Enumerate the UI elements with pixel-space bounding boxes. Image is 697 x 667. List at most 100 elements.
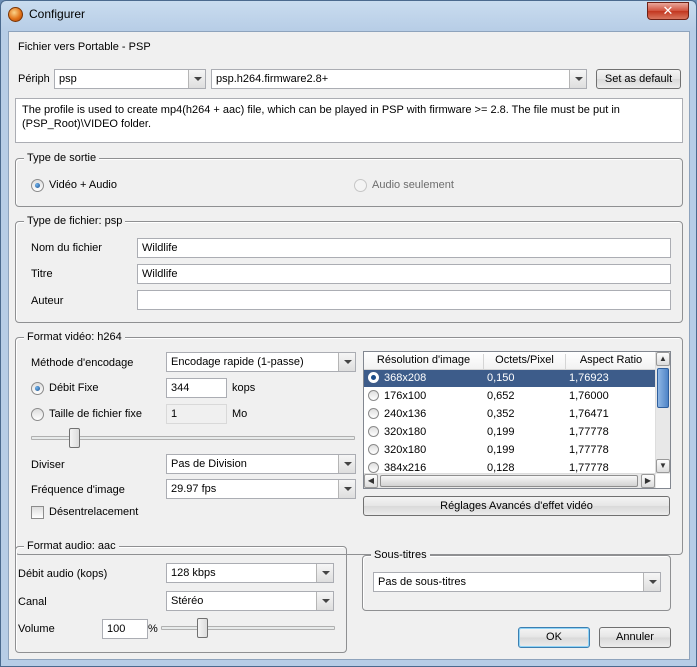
table-row[interactable]: 320x180 0,199 1,77778 [364, 442, 656, 459]
fixed-bitrate-label[interactable]: Débit Fixe [49, 382, 99, 394]
title-field[interactable]: Wildlife [137, 264, 671, 284]
resolution-radio[interactable] [368, 444, 379, 455]
aspect-ratio-cell: 1,77778 [569, 444, 609, 456]
column-header-aspect-ratio[interactable]: Aspect Ratio [566, 354, 656, 369]
audio-format-legend: Format audio: aac [24, 540, 119, 552]
resolution-list-vertical-scrollbar[interactable]: ▲ ▼ [655, 352, 670, 474]
chevron-down-icon[interactable] [188, 70, 205, 88]
filename-label: Nom du fichier [31, 242, 102, 254]
deinterlace-label[interactable]: Désentrelacement [49, 506, 138, 518]
subtitles-legend: Sous-titres [371, 549, 430, 561]
author-label: Auteur [31, 295, 64, 307]
close-button[interactable]: ✕ [647, 2, 689, 20]
device-label: Périph [18, 73, 50, 85]
device-combo-value: psp [59, 73, 77, 85]
horizontal-scroll-thumb[interactable] [380, 475, 638, 487]
resolution-list-horizontal-scrollbar[interactable]: ◀ ▶ [364, 473, 656, 488]
audio-bitrate-value: 128 kbps [171, 567, 216, 579]
profile-combo[interactable]: psp.h264.firmware2.8+ [211, 69, 587, 89]
audio-only-radio[interactable] [354, 179, 367, 192]
fixed-bitrate-field[interactable]: 344 [166, 378, 227, 398]
framerate-combo[interactable]: 29.97 fps [166, 479, 356, 499]
resolution-cell: 240x136 [384, 408, 427, 420]
resolution-radio[interactable] [368, 390, 379, 401]
ok-button[interactable]: OK [518, 627, 590, 648]
framerate-value: 29.97 fps [171, 483, 217, 495]
resolution-cell: 368x208 [384, 372, 427, 384]
column-header-bytes-per-pixel[interactable]: Octets/Pixel [484, 354, 566, 369]
table-row[interactable]: 384x216 0,128 1,77778 [364, 460, 656, 474]
bytes-per-pixel-cell: 0,199 [487, 426, 515, 438]
audio-only-label[interactable]: Audio seulement [372, 179, 454, 191]
chevron-down-icon[interactable] [643, 573, 660, 591]
aspect-ratio-cell: 1,76471 [569, 408, 609, 420]
chevron-down-icon[interactable] [338, 455, 355, 473]
fixed-filesize-radio[interactable] [31, 408, 44, 421]
device-combo[interactable]: psp [54, 69, 206, 89]
fixed-filesize-field[interactable]: 1 [166, 404, 227, 424]
fixed-bitrate-value: 344 [171, 382, 190, 394]
title-label: Titre [31, 268, 53, 280]
scroll-left-icon[interactable]: ◀ [364, 474, 378, 488]
bytes-per-pixel-cell: 0,352 [487, 408, 515, 420]
fixed-filesize-label[interactable]: Taille de fichier fixe [49, 408, 142, 420]
video-audio-radio[interactable] [31, 179, 44, 192]
chevron-down-icon[interactable] [338, 353, 355, 371]
table-row[interactable]: 240x136 0,352 1,76471 [364, 406, 656, 423]
title-bar[interactable]: Configurer ✕ [1, 1, 696, 29]
volume-field[interactable]: 100 [102, 619, 148, 639]
profile-description: The profile is used to create mp4(h264 +… [15, 98, 683, 143]
scroll-right-icon[interactable]: ▶ [641, 474, 655, 488]
column-header-resolution[interactable]: Résolution d'image [364, 354, 484, 369]
subtitles-value: Pas de sous-titres [378, 576, 467, 588]
title-value: Wildlife [142, 268, 178, 280]
volume-slider-thumb[interactable] [196, 618, 208, 638]
volume-slider-track[interactable] [161, 626, 335, 630]
table-row[interactable]: 368x208 0,150 1,76923 [364, 370, 656, 387]
audio-bitrate-combo[interactable]: 128 kbps [166, 563, 334, 583]
bytes-per-pixel-cell: 0,199 [487, 444, 515, 456]
deinterlace-checkbox[interactable] [31, 506, 44, 519]
encoding-method-value: Encodage rapide (1-passe) [171, 356, 304, 368]
file-type-legend: Type de fichier: psp [24, 215, 126, 227]
cancel-button[interactable]: Annuler [599, 627, 671, 648]
resolution-list[interactable]: Résolution d'image Octets/Pixel Aspect R… [363, 351, 671, 489]
chevron-down-icon[interactable] [316, 592, 333, 610]
resolution-radio[interactable] [368, 426, 379, 437]
channel-value: Stéréo [171, 595, 204, 607]
video-quality-slider-track[interactable] [31, 436, 355, 440]
divide-combo[interactable]: Pas de Division [166, 454, 356, 474]
fixed-bitrate-unit: kops [232, 382, 256, 394]
fixed-bitrate-radio[interactable] [31, 382, 44, 395]
vertical-scroll-thumb[interactable] [657, 368, 669, 408]
aspect-ratio-cell: 1,76000 [569, 390, 609, 402]
subtitles-combo[interactable]: Pas de sous-titres [373, 572, 661, 592]
author-field[interactable] [137, 290, 671, 310]
dialog-client-area: Fichier vers Portable - PSP Périph psp p… [8, 31, 690, 660]
encoding-method-label: Méthode d'encodage [31, 357, 134, 369]
video-audio-label[interactable]: Vidéo + Audio [49, 179, 117, 191]
chevron-down-icon[interactable] [338, 480, 355, 498]
table-row[interactable]: 320x180 0,199 1,77778 [364, 424, 656, 441]
fixed-filesize-unit: Mo [232, 408, 248, 420]
scroll-down-icon[interactable]: ▼ [656, 459, 670, 473]
chevron-down-icon[interactable] [316, 564, 333, 582]
resolution-radio[interactable] [368, 462, 379, 473]
chevron-down-icon[interactable] [569, 70, 586, 88]
resolution-list-header: Résolution d'image Octets/Pixel Aspect R… [364, 352, 656, 370]
resolution-radio[interactable] [368, 408, 379, 419]
window-title: Configurer [29, 7, 86, 21]
scroll-up-icon[interactable]: ▲ [656, 352, 670, 366]
channel-combo[interactable]: Stéréo [166, 591, 334, 611]
audio-bitrate-label: Débit audio (kops) [18, 568, 108, 580]
video-quality-slider-thumb[interactable] [68, 428, 80, 448]
volume-value: 100 [107, 623, 126, 635]
profile-combo-value: psp.h264.firmware2.8+ [216, 73, 329, 85]
table-row[interactable]: 176x100 0,652 1,76000 [364, 388, 656, 405]
fixed-filesize-value: 1 [171, 408, 178, 420]
encoding-method-combo[interactable]: Encodage rapide (1-passe) [166, 352, 356, 372]
set-as-default-button[interactable]: Set as default [596, 69, 681, 89]
filename-field[interactable]: Wildlife [137, 238, 671, 258]
resolution-radio[interactable] [368, 372, 379, 383]
advanced-video-settings-button[interactable]: Réglages Avancés d'effet vidéo [363, 496, 670, 516]
